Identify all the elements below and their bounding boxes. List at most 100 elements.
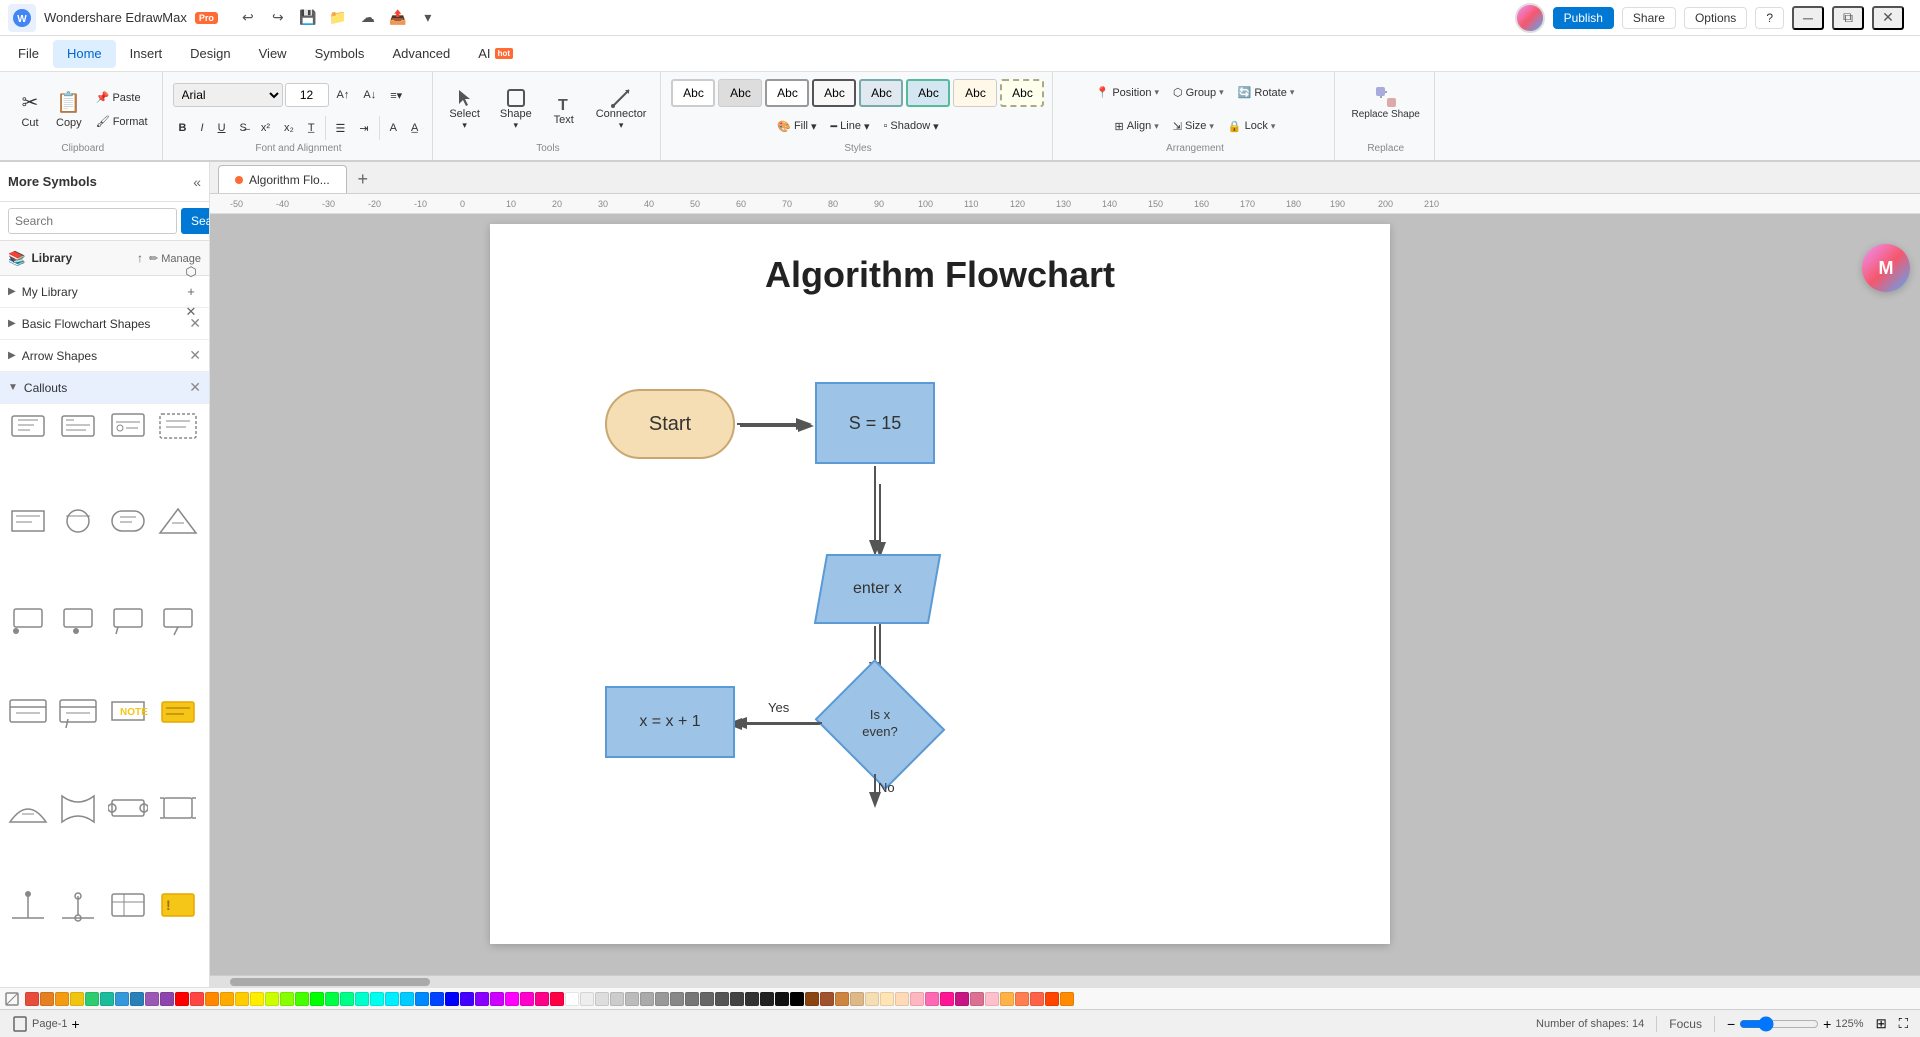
color-swatch[interactable]: [550, 992, 564, 1006]
color-swatch[interactable]: [730, 992, 744, 1006]
callout-shape-12[interactable]: [156, 601, 200, 639]
color-swatch[interactable]: [415, 992, 429, 1006]
panel-collapse-btn[interactable]: «: [193, 174, 201, 190]
my-library-header[interactable]: ▶ My Library ⬡ + ✕: [0, 276, 209, 308]
font-size-input[interactable]: [285, 83, 329, 107]
color-swatch[interactable]: [925, 992, 939, 1006]
subscript-button[interactable]: x₂: [278, 117, 300, 139]
color-swatch[interactable]: [25, 992, 39, 1006]
line-button[interactable]: ━ Line ▾: [825, 115, 876, 137]
callout-shape-16[interactable]: [156, 697, 200, 735]
color-swatch[interactable]: [775, 992, 789, 1006]
color-swatch[interactable]: [955, 992, 969, 1006]
add-tab-button[interactable]: +: [349, 165, 377, 193]
color-swatch[interactable]: [175, 992, 189, 1006]
copy-button[interactable]: 📋Copy: [50, 84, 88, 136]
basic-flowchart-header[interactable]: ▶ Basic Flowchart Shapes ✕: [0, 308, 209, 340]
color-swatch[interactable]: [880, 992, 894, 1006]
callout-shape-1[interactable]: [6, 410, 50, 448]
callout-shape-21[interactable]: [6, 888, 50, 926]
callout-shape-24[interactable]: !: [156, 888, 200, 926]
select-button[interactable]: Select ▾: [443, 84, 486, 136]
menu-ai[interactable]: AI hot: [464, 40, 527, 68]
color-swatch[interactable]: [865, 992, 879, 1006]
rotate-button[interactable]: 🔄 Rotate ▾: [1232, 83, 1301, 103]
color-swatch[interactable]: [910, 992, 924, 1006]
close-button[interactable]: ✕: [1872, 6, 1904, 30]
color-swatch[interactable]: [535, 992, 549, 1006]
underline-button[interactable]: U: [212, 117, 232, 139]
color-swatch[interactable]: [1015, 992, 1029, 1006]
color-swatch[interactable]: [805, 992, 819, 1006]
color-swatch[interactable]: [325, 992, 339, 1006]
tab-algorithm[interactable]: Algorithm Flo...: [218, 165, 347, 193]
callout-shape-3[interactable]: [106, 410, 150, 448]
color-swatch[interactable]: [670, 992, 684, 1006]
callout-shape-20[interactable]: [156, 793, 200, 831]
color-swatch[interactable]: [1000, 992, 1014, 1006]
fullscreen-button[interactable]: ⛶: [1899, 1016, 1908, 1032]
help-button[interactable]: ?: [1755, 7, 1784, 29]
s15-shape[interactable]: S = 15: [815, 382, 935, 464]
color-swatch[interactable]: [640, 992, 654, 1006]
shadow-button[interactable]: ▫ Shadow ▾: [878, 115, 945, 137]
callout-shape-10[interactable]: [56, 601, 100, 639]
callout-shape-4[interactable]: [156, 410, 200, 448]
color-swatch[interactable]: [250, 992, 264, 1006]
color-swatch[interactable]: [355, 992, 369, 1006]
color-swatch[interactable]: [580, 992, 594, 1006]
color-swatch[interactable]: [460, 992, 474, 1006]
focus-button[interactable]: Focus: [1669, 1017, 1702, 1031]
color-swatch[interactable]: [820, 992, 834, 1006]
font-size-up[interactable]: A↑: [331, 84, 356, 106]
color-swatch[interactable]: [295, 992, 309, 1006]
italic-button[interactable]: I: [195, 117, 210, 139]
highlight-button[interactable]: A̲: [405, 117, 424, 139]
options-button[interactable]: Options: [1684, 7, 1747, 29]
callout-shape-7[interactable]: [106, 506, 150, 544]
ai-assistant-button[interactable]: M: [1862, 244, 1910, 292]
library-header[interactable]: 📚 Library ↑ ✏ Manage: [0, 241, 209, 275]
connector-button[interactable]: Connector ▾: [590, 84, 653, 136]
color-swatch[interactable]: [400, 992, 414, 1006]
color-swatch[interactable]: [55, 992, 69, 1006]
color-swatch[interactable]: [445, 992, 459, 1006]
more-button[interactable]: ▾: [414, 4, 442, 32]
color-swatch[interactable]: [970, 992, 984, 1006]
callout-shape-2[interactable]: [56, 410, 100, 448]
list-button[interactable]: ☰: [330, 117, 352, 139]
color-swatch[interactable]: [895, 992, 909, 1006]
zoom-slider[interactable]: [1739, 1016, 1819, 1032]
search-button[interactable]: Search: [181, 208, 210, 234]
color-swatch[interactable]: [850, 992, 864, 1006]
style-swatch-5[interactable]: Abc: [859, 79, 903, 107]
align-btn[interactable]: ≡▾: [384, 84, 408, 106]
strikethrough-button[interactable]: S̶: [234, 117, 253, 139]
color-swatch[interactable]: [790, 992, 804, 1006]
color-swatch[interactable]: [430, 992, 444, 1006]
minimize-button[interactable]: ─: [1792, 6, 1824, 30]
color-swatch[interactable]: [340, 992, 354, 1006]
start-shape[interactable]: Start: [605, 389, 735, 459]
color-swatch[interactable]: [220, 992, 234, 1006]
replace-shape-button[interactable]: Replace Shape: [1345, 76, 1425, 128]
color-swatch[interactable]: [835, 992, 849, 1006]
position-button[interactable]: 📍 Position ▾: [1090, 83, 1165, 103]
user-avatar[interactable]: [1515, 3, 1545, 33]
color-swatch[interactable]: [685, 992, 699, 1006]
color-swatch[interactable]: [610, 992, 624, 1006]
color-swatch[interactable]: [145, 992, 159, 1006]
zoom-in-button[interactable]: +: [1823, 1016, 1831, 1032]
cloud-button[interactable]: ☁: [354, 4, 382, 32]
size-button[interactable]: ⇲ Size ▾: [1167, 116, 1220, 136]
color-swatch[interactable]: [655, 992, 669, 1006]
save-button[interactable]: 💾: [294, 4, 322, 32]
color-swatch[interactable]: [715, 992, 729, 1006]
color-swatch[interactable]: [235, 992, 249, 1006]
color-swatch[interactable]: [85, 992, 99, 1006]
lock-button[interactable]: 🔒 Lock ▾: [1222, 116, 1281, 136]
menu-advanced[interactable]: Advanced: [378, 40, 464, 68]
drawing-area[interactable]: Algorithm Flowchart: [210, 214, 1920, 975]
color-swatch[interactable]: [70, 992, 84, 1006]
format-painter-button[interactable]: 🖌 Format: [90, 111, 154, 133]
